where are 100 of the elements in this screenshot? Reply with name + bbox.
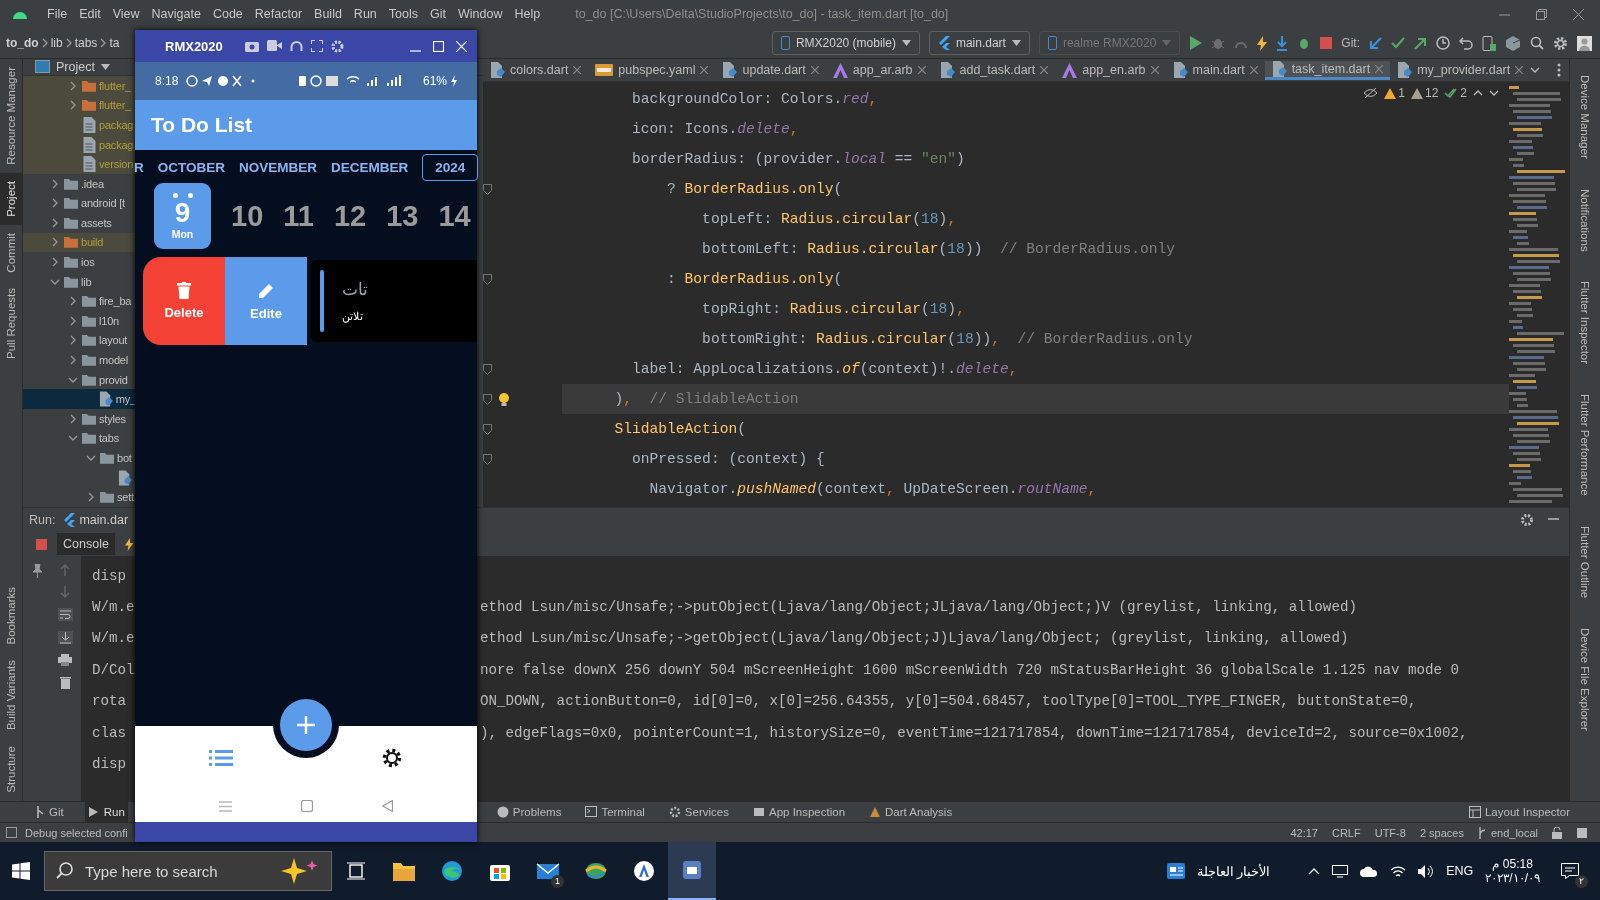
- speaker-icon[interactable]: [1418, 864, 1435, 878]
- android-studio-icon[interactable]: [681, 859, 703, 881]
- tree-row[interactable]: l10n: [23, 311, 136, 331]
- lock-icon[interactable]: [1552, 826, 1562, 839]
- news-widget[interactable]: الأخبار العاجلة: [1196, 863, 1271, 879]
- warning-count[interactable]: 12: [1424, 86, 1439, 100]
- chevron-down-icon[interactable]: [84, 454, 98, 462]
- tool-window-tab[interactable]: Run: [84, 802, 128, 822]
- wifi-icon[interactable]: [1390, 864, 1407, 878]
- rollback-icon[interactable]: [1459, 36, 1473, 50]
- menu-item[interactable]: Tools: [383, 7, 425, 21]
- breadcrumb[interactable]: tabs: [74, 36, 98, 50]
- home-icon[interactable]: [301, 800, 313, 812]
- fold-icon[interactable]: [483, 183, 492, 195]
- search-icon[interactable]: [1530, 36, 1544, 50]
- language-indicator[interactable]: ENG: [1446, 864, 1474, 878]
- side-tab[interactable]: Notifications: [1579, 180, 1591, 260]
- month-label[interactable]: OCTOBER: [157, 159, 225, 175]
- month-label[interactable]: DECEMBER: [331, 159, 409, 175]
- double-check-icon[interactable]: [1444, 88, 1459, 98]
- camera-icon[interactable]: [244, 39, 259, 52]
- cloud-icon[interactable]: [1360, 865, 1379, 877]
- print-icon[interactable]: [58, 654, 72, 666]
- folder-icon[interactable]: [393, 861, 415, 881]
- fold-icon[interactable]: [483, 393, 492, 405]
- side-tab[interactable]: Bookmarks: [0, 578, 22, 653]
- editor-tab[interactable]: update.dart: [715, 59, 826, 81]
- editor-tab[interactable]: pubspec.yaml: [588, 59, 716, 81]
- run-config-tab[interactable]: main.dar: [63, 513, 129, 527]
- tool-window-tab[interactable]: Git: [30, 802, 67, 822]
- status-item[interactable]: UTF-8: [1374, 826, 1406, 839]
- chevron-down-icon[interactable]: [48, 277, 62, 286]
- tool-window-tab[interactable]: Layout Inspector: [1465, 802, 1600, 822]
- trash-icon[interactable]: [59, 676, 71, 689]
- menu-item[interactable]: Refactor: [249, 7, 310, 21]
- search-field[interactable]: Type here to search: [44, 851, 332, 891]
- editor-tab[interactable]: main.dart: [1165, 59, 1265, 81]
- run-icon[interactable]: [1189, 36, 1203, 50]
- pin-icon[interactable]: [31, 564, 43, 578]
- tree-row[interactable]: ios: [23, 252, 136, 272]
- warning-icon[interactable]: [1410, 87, 1423, 99]
- date-number[interactable]: 10: [231, 199, 264, 233]
- chevron-down-icon[interactable]: [1489, 89, 1499, 97]
- side-tab[interactable]: Project: [0, 172, 22, 225]
- scroll-to-end-icon[interactable]: [57, 631, 73, 644]
- video-camera-icon[interactable]: [266, 39, 282, 51]
- status-item[interactable]: 42:17: [1290, 826, 1318, 839]
- chevron-right-icon[interactable]: [64, 38, 73, 48]
- code-minimap-drawing[interactable]: [1509, 86, 1565, 506]
- globe-app-icon[interactable]: [584, 860, 608, 882]
- display-icon[interactable]: [1332, 864, 1349, 878]
- dropdown[interactable]: main.dart: [928, 31, 1030, 55]
- device-manager-icon[interactable]: [1482, 35, 1496, 51]
- close-icon[interactable]: [1573, 8, 1584, 20]
- status-item[interactable]: 2 spaces: [1419, 826, 1464, 839]
- bug-icon[interactable]: [1211, 36, 1226, 50]
- checkmark-icon[interactable]: [1391, 37, 1405, 49]
- update-arrow-icon[interactable]: [1369, 36, 1382, 50]
- tree-row[interactable]: .idea: [23, 173, 136, 194]
- chevron-right-icon[interactable]: [40, 38, 49, 48]
- date-number[interactable]: 12: [333, 199, 367, 233]
- branch-selector[interactable]: end_local: [1477, 826, 1538, 839]
- editor-tab[interactable]: my_provider.dart: [1390, 59, 1531, 81]
- settings-icon[interactable]: [381, 747, 403, 769]
- side-tab[interactable]: Device Manager: [1579, 67, 1591, 167]
- fold-icon[interactable]: [483, 453, 492, 465]
- side-tab[interactable]: Build Variants: [0, 652, 22, 739]
- soft-wrap-icon[interactable]: [57, 608, 73, 621]
- editor-tab[interactable]: colors.dart: [483, 59, 589, 81]
- date-number[interactable]: 14: [438, 199, 471, 233]
- tree-row[interactable]: bot: [23, 448, 136, 468]
- windows-start-icon[interactable]: [12, 862, 30, 880]
- browser-icon[interactable]: [441, 860, 463, 882]
- breadcrumb[interactable]: to_do: [6, 36, 39, 50]
- hidden-eye-icon[interactable]: [1363, 87, 1379, 99]
- chevron-down-icon[interactable]: [66, 375, 80, 384]
- fold-icon[interactable]: [483, 273, 492, 285]
- side-tab[interactable]: Flutter Inspector: [1579, 273, 1591, 373]
- lightbulb-icon[interactable]: [498, 391, 510, 407]
- tree-row[interactable]: provid: [23, 369, 136, 390]
- task-card[interactable]: تات تلاتن: [311, 260, 477, 342]
- tree-row[interactable]: fire_ba: [23, 291, 136, 312]
- breadcrumb[interactable]: ta: [109, 36, 120, 50]
- menu-item[interactable]: Build: [309, 7, 349, 21]
- notification-icon[interactable]: [1561, 863, 1579, 879]
- editor-tab[interactable]: task_item.dart: [1264, 60, 1391, 80]
- warning-count[interactable]: 1: [1398, 86, 1405, 100]
- tool-window-tab[interactable]: App Inspection: [749, 802, 849, 822]
- dropdown[interactable]: RMX2020 (mobile): [771, 31, 920, 55]
- menu-item[interactable]: Git: [425, 7, 453, 21]
- clock[interactable]: 05:18 م ٢٠٢٣/١٠/٠٩: [1485, 857, 1540, 885]
- tree-row[interactable]: sett: [23, 487, 136, 507]
- menu-item[interactable]: Edit: [74, 7, 108, 21]
- side-tab[interactable]: Flutter Performance: [1579, 386, 1591, 505]
- maximize-icon[interactable]: [433, 40, 444, 52]
- side-tab[interactable]: Device File Explorer: [1579, 620, 1591, 740]
- month-label[interactable]: NOVEMBER: [239, 159, 318, 175]
- year-button[interactable]: 2024: [422, 153, 479, 181]
- tree-row[interactable]: model: [23, 350, 136, 370]
- tool-window-tab[interactable]: Dart Analysis: [866, 802, 956, 822]
